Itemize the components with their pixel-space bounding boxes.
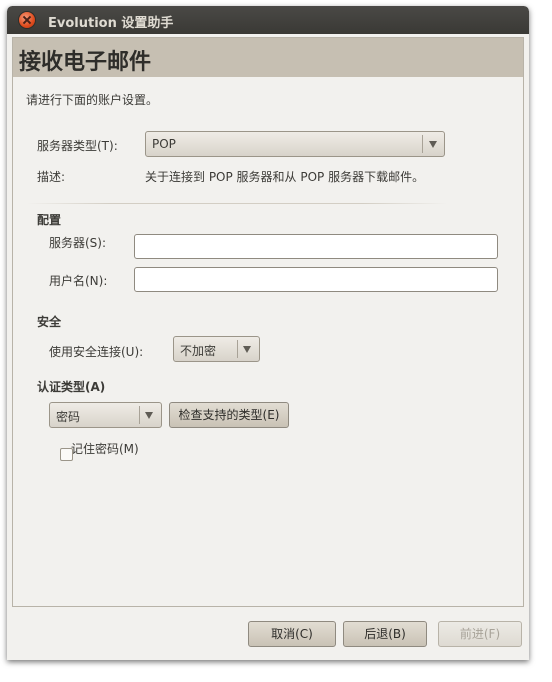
server-label: 服务器(S):	[49, 236, 107, 250]
assistant-window: Evolution 设置助手 接收电子邮件 请进行下面的账户设置。 服务器类型(…	[7, 6, 529, 660]
secure-connection-label: 使用安全连接(U):	[49, 345, 144, 359]
security-heading: 安全	[37, 315, 62, 329]
page-header: 接收电子邮件	[13, 38, 523, 77]
server-type-label: 服务器类型(T):	[37, 139, 118, 153]
forward-button[interactable]: 前进(F)	[438, 621, 522, 647]
check-supported-types-button[interactable]: 检查支持的类型(E)	[169, 402, 289, 428]
chevron-down-icon	[145, 412, 153, 419]
cancel-button[interactable]: 取消(C)	[248, 621, 336, 647]
back-button[interactable]: 后退(B)	[343, 621, 427, 647]
auth-type-heading: 认证类型(A)	[37, 380, 106, 394]
content-frame: 接收电子邮件	[12, 37, 524, 607]
username-input[interactable]	[134, 267, 498, 292]
combo-separator	[422, 135, 423, 153]
combo-separator	[139, 406, 140, 424]
username-label: 用户名(N):	[49, 274, 108, 288]
auth-type-combo[interactable]: 密码	[49, 402, 162, 428]
chevron-down-icon	[243, 346, 251, 353]
description-label: 描述:	[37, 170, 66, 184]
intro-text: 请进行下面的账户设置。	[26, 93, 159, 107]
server-type-value: POP	[152, 137, 176, 151]
page-title: 接收电子邮件	[19, 50, 152, 75]
config-heading: 配置	[37, 213, 62, 227]
server-type-combo[interactable]: POP	[145, 131, 445, 157]
server-input[interactable]	[134, 234, 498, 259]
secure-connection-value: 不加密	[180, 344, 217, 358]
description-text: 关于连接到 POP 服务器和从 POP 服务器下载邮件。	[145, 170, 425, 184]
auth-type-value: 密码	[56, 410, 81, 424]
window-title: Evolution 设置助手	[48, 16, 174, 31]
divider	[27, 203, 447, 204]
chevron-down-icon	[429, 141, 437, 148]
remember-password-label[interactable]: 记住密码(M)	[71, 440, 139, 457]
combo-separator	[237, 340, 238, 358]
secure-connection-combo[interactable]: 不加密	[173, 336, 260, 362]
title-bar: Evolution 设置助手	[7, 6, 529, 34]
close-icon[interactable]	[19, 12, 35, 28]
